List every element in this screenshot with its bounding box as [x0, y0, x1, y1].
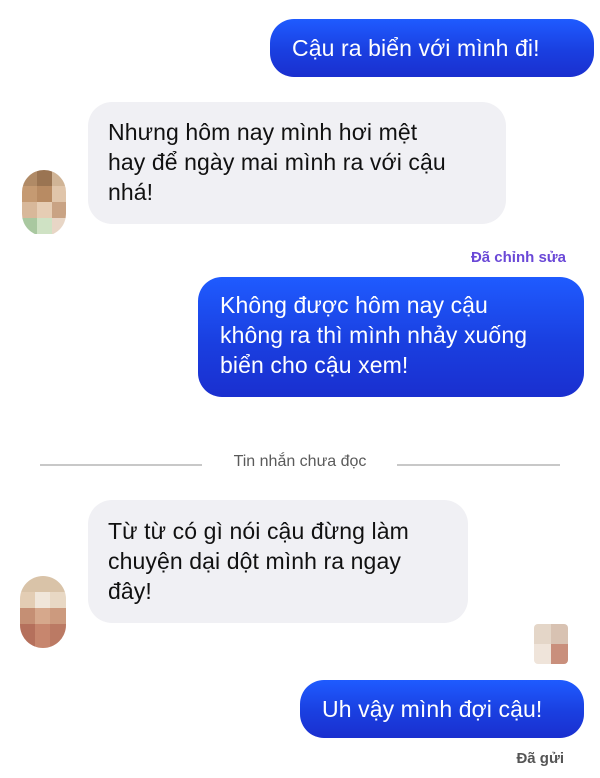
message-bubble-received[interactable]: Nhưng hôm nay mình hơi mệt hay để ngày m…	[88, 102, 506, 224]
message-bubble-sent[interactable]: Không được hôm nay cậu không ra thì mình…	[198, 277, 584, 397]
edited-label: Đã chỉnh sửa	[470, 249, 566, 266]
message-bubble-received[interactable]: Từ từ có gì nói cậu đừng làm chuyện dại …	[88, 500, 468, 623]
message-line: không ra thì mình nhảy xuống	[220, 322, 528, 348]
message-line: hay để ngày mai mình ra với cậu	[108, 149, 446, 175]
message-line: nhá!	[108, 179, 154, 205]
sent-status-label: Đã gửi	[516, 750, 564, 767]
divider-line-right	[397, 464, 560, 466]
message-line: chuyện dại dột mình ra ngay	[108, 548, 401, 574]
unread-divider-label: Tin nhắn chưa đọc	[233, 453, 367, 470]
contact-avatar[interactable]	[20, 576, 66, 648]
message-line: Không được hôm nay cậu	[220, 292, 488, 318]
contact-avatar[interactable]	[22, 170, 66, 236]
message-text: Cậu ra biển với mình đi!	[292, 35, 540, 61]
message-line: biển cho cậu xem!	[220, 352, 409, 378]
message-line: Từ từ có gì nói cậu đừng làm	[108, 518, 409, 544]
seen-indicator-avatar	[534, 624, 568, 664]
message-bubble-sent[interactable]: Cậu ra biển với mình đi!	[270, 19, 594, 77]
message-line: Nhưng hôm nay mình hơi mệt	[108, 119, 418, 145]
message-text: Uh vậy mình đợi cậu!	[322, 696, 543, 722]
message-line: đây!	[108, 578, 152, 604]
message-bubble-sent[interactable]: Uh vậy mình đợi cậu!	[300, 680, 584, 738]
